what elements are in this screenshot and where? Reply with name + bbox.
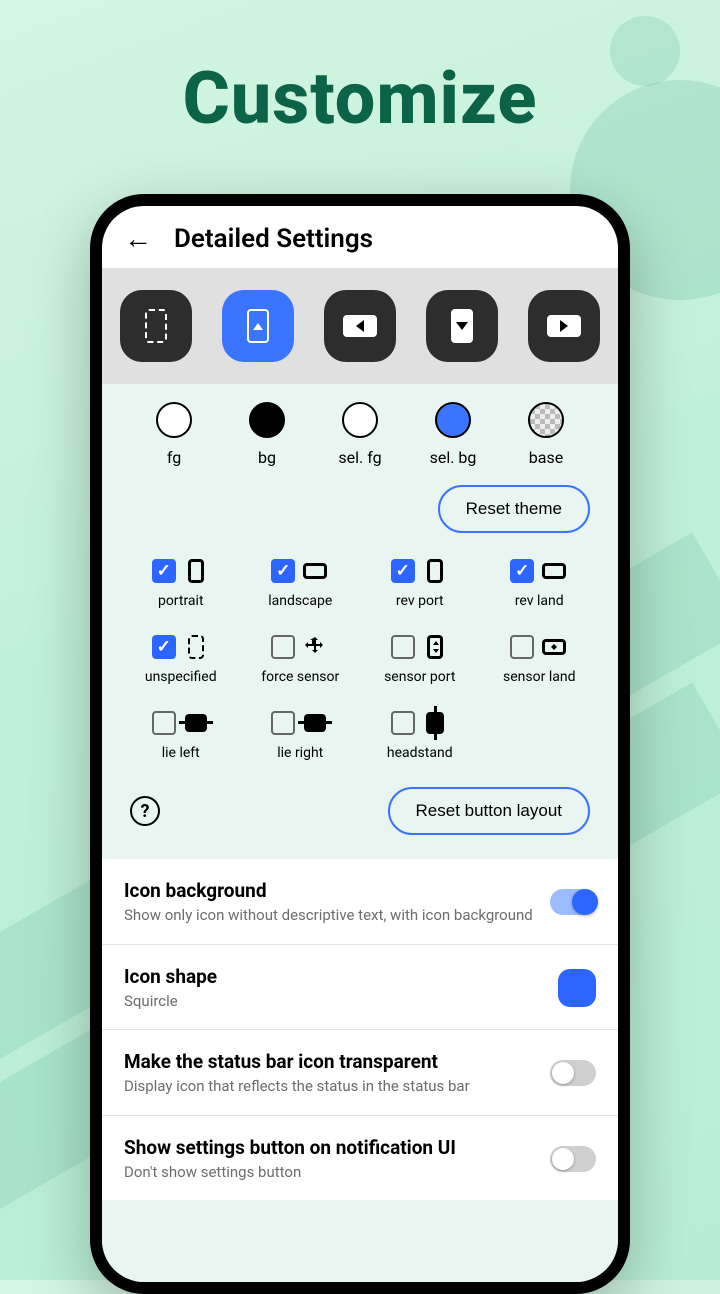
checkbox-icon[interactable] [152,711,176,735]
swatch-fg[interactable]: fg [132,402,216,467]
circle-icon [249,402,285,438]
grid-item-landscape[interactable]: landscape [244,557,358,609]
promo-title: Customize [0,56,720,141]
swatch-sel-bg[interactable]: sel. bg [411,402,495,467]
page-title: Detailed Settings [174,224,373,254]
grid-label: headstand [387,745,453,761]
grid-item-unspecified[interactable]: unspecified [124,633,238,685]
setting-icon-shape[interactable]: Icon shape Squircle [102,944,618,1030]
toggle-switch[interactable] [550,1146,596,1172]
lie-right-icon [301,709,329,737]
toggle-switch[interactable] [550,1060,596,1086]
swatch-label: sel. fg [338,448,381,467]
back-arrow-icon[interactable]: ← [124,225,152,253]
setting-notification-button[interactable]: Show settings button on notification UI D… [102,1115,618,1201]
grid-label: portrait [158,593,204,609]
reset-theme-button[interactable]: Reset theme [438,485,590,533]
checkbox-icon[interactable] [271,635,295,659]
phone-portrait-down-icon [451,309,473,343]
sensor-port-icon [421,633,449,661]
landscape-icon [301,557,329,585]
phone-frame: ← Detailed Settings fg bg sel. fg sel. b… [90,194,630,1294]
tile-unspecified[interactable] [120,290,192,362]
setting-subtitle: Show only icon without descriptive text,… [124,906,534,926]
rev-land-icon [540,557,568,585]
setting-icon-background[interactable]: Icon background Show only icon without de… [102,859,618,944]
circle-icon [156,402,192,438]
setting-title: Icon background [124,879,534,902]
sensor-land-icon [540,633,568,661]
reset-layout-button[interactable]: Reset button layout [388,787,590,835]
rev-port-icon [421,557,449,585]
portrait-icon [182,557,210,585]
setting-subtitle: Display icon that reflects the status in… [124,1077,534,1097]
checkbox-icon[interactable] [271,711,295,735]
grid-label: sensor land [503,669,575,685]
grid-item-headstand[interactable]: headstand [363,709,477,761]
checkbox-icon[interactable] [510,559,534,583]
checkbox-icon[interactable] [391,635,415,659]
tile-landscape-left[interactable] [324,290,396,362]
checkbox-icon[interactable] [152,559,176,583]
setting-title: Show settings button on notification UI [124,1136,534,1159]
circle-icon [435,402,471,438]
grid-label: force sensor [261,669,339,685]
setting-subtitle: Don't show settings button [124,1163,534,1183]
squircle-preview-icon [558,969,596,1007]
force-sensor-icon [301,633,329,661]
checkbox-icon[interactable] [152,635,176,659]
toolbar-tiles [102,268,618,384]
tile-portrait[interactable] [222,290,294,362]
grid-item-sensor-land[interactable]: sensor land [483,633,597,685]
grid-label: lie right [277,745,323,761]
color-swatches: fg bg sel. fg sel. bg base [124,402,596,467]
tile-portrait-down[interactable] [426,290,498,362]
swatch-bg[interactable]: bg [225,402,309,467]
grid-label: landscape [268,593,332,609]
grid-label: rev port [396,593,444,609]
toggle-switch[interactable] [550,889,596,915]
setting-subtitle: Squircle [124,992,542,1012]
grid-item-rev-port[interactable]: rev port [363,557,477,609]
orientation-grid: portrait landscape rev port rev land uns… [124,557,596,761]
grid-item-lie-left[interactable]: lie left [124,709,238,761]
grid-item-force-sensor[interactable]: force sensor [244,633,358,685]
grid-label: lie left [162,745,200,761]
settings-list: Icon background Show only icon without de… [102,859,618,1200]
grid-label: rev land [515,593,564,609]
swatch-sel-fg[interactable]: sel. fg [318,402,402,467]
grid-label: unspecified [145,669,217,685]
setting-title: Make the status bar icon transparent [124,1050,534,1073]
phone-screen: ← Detailed Settings fg bg sel. fg sel. b… [102,206,618,1282]
swatch-label: bg [258,448,276,467]
checkbox-icon[interactable] [391,559,415,583]
phone-landscape-left-icon [343,315,377,337]
dashed-rect-icon [145,309,167,343]
checkbox-icon[interactable] [271,559,295,583]
tile-landscape-right[interactable] [528,290,600,362]
checker-icon [528,402,564,438]
headstand-icon [421,709,449,737]
appbar: ← Detailed Settings [102,206,618,268]
unspecified-icon [182,633,210,661]
checkbox-icon[interactable] [391,711,415,735]
grid-item-sensor-port[interactable]: sensor port [363,633,477,685]
checkbox-icon[interactable] [510,635,534,659]
grid-label: sensor port [384,669,455,685]
grid-item-rev-land[interactable]: rev land [483,557,597,609]
swatch-label: sel. bg [430,448,477,467]
setting-title: Icon shape [124,965,542,988]
phone-landscape-right-icon [547,315,581,337]
lie-left-icon [182,709,210,737]
circle-icon [342,402,378,438]
grid-item-lie-right[interactable]: lie right [244,709,358,761]
setting-status-transparent[interactable]: Make the status bar icon transparent Disp… [102,1029,618,1115]
grid-item-portrait[interactable]: portrait [124,557,238,609]
phone-portrait-icon [247,309,269,343]
help-icon[interactable]: ? [130,796,160,826]
swatch-label: base [529,448,563,467]
swatch-base[interactable]: base [504,402,588,467]
swatch-label: fg [167,448,181,467]
